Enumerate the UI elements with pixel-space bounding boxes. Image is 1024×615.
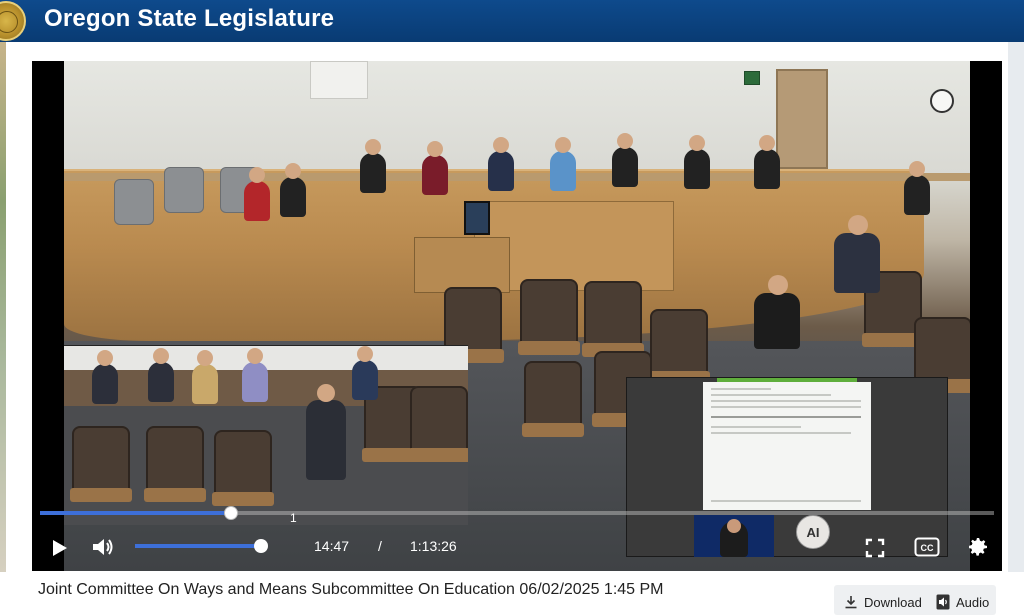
ai-button[interactable]: AI	[796, 515, 830, 549]
scene-person	[92, 350, 118, 404]
document-inset	[626, 377, 948, 557]
scene-chair	[408, 386, 468, 462]
download-button[interactable]: Download	[844, 591, 922, 613]
site-title[interactable]: Oregon State Legislature	[44, 5, 334, 33]
scene-chair	[522, 361, 584, 437]
scene-chair	[164, 167, 204, 213]
scene-person	[242, 348, 268, 402]
scene-person	[550, 137, 576, 191]
background-strip	[0, 42, 6, 572]
scene-chair	[70, 426, 132, 502]
scene-person	[352, 346, 378, 400]
fullscreen-icon	[865, 538, 885, 558]
volume-button[interactable]	[90, 535, 116, 559]
scene-person	[684, 135, 710, 189]
download-icon	[845, 596, 857, 609]
progress-bar[interactable]	[40, 506, 994, 520]
volume-handle[interactable]	[254, 539, 268, 553]
video-title: Joint Committee On Ways and Means Subcom…	[38, 581, 664, 598]
play-icon	[53, 540, 67, 556]
progress-handle[interactable]	[223, 506, 238, 520]
scene-clock	[930, 89, 954, 113]
scene-monitor	[464, 201, 490, 235]
scene-chair	[582, 281, 644, 357]
current-time: 14:47	[314, 538, 350, 554]
scene-person	[488, 137, 514, 191]
scene-person	[422, 141, 448, 195]
scene-person	[192, 350, 218, 404]
audio-button[interactable]: Audio	[936, 591, 989, 613]
scene-vent	[310, 61, 368, 99]
scene-person	[754, 135, 780, 189]
document-page	[703, 382, 871, 510]
site-header: Oregon State Legislature	[0, 0, 1024, 42]
sign-language-inset	[694, 515, 774, 557]
audio-label: Audio	[956, 594, 990, 610]
captions-button[interactable]: CC	[914, 537, 940, 557]
scene-person	[904, 161, 930, 215]
seal-icon	[0, 1, 26, 41]
duration: 1:13:26	[410, 538, 457, 554]
settings-button[interactable]	[966, 535, 990, 559]
time-separator: /	[378, 538, 382, 554]
volume-icon	[93, 539, 113, 555]
scene-person	[148, 348, 174, 402]
pip-camera-inset	[64, 345, 468, 525]
scene-person	[360, 139, 386, 193]
scene-person	[834, 215, 880, 293]
fullscreen-button[interactable]	[864, 537, 886, 559]
scene-chair	[212, 430, 274, 506]
cc-label: CC	[921, 543, 934, 553]
video-player[interactable]: AI 1 14:47 / 1:13:26 CC	[32, 61, 1002, 571]
scene-podium	[414, 237, 510, 293]
action-bar: Download Audio	[834, 585, 996, 615]
play-button[interactable]	[48, 537, 70, 559]
volume-fill	[135, 544, 261, 548]
scene-person	[244, 167, 270, 221]
scene-chair	[144, 426, 206, 502]
gear-icon	[969, 538, 987, 556]
scene-person	[612, 133, 638, 187]
volume-slider[interactable]	[135, 539, 268, 553]
scene-exit-sign	[744, 71, 760, 85]
progress-fill	[40, 511, 231, 515]
scene-chair	[114, 179, 154, 225]
scene-person	[754, 275, 800, 349]
audio-icon	[936, 594, 950, 610]
scene-wall	[64, 61, 970, 181]
scene-door	[776, 69, 828, 169]
scene-person	[306, 384, 346, 480]
background-strip	[1008, 42, 1024, 572]
page: Oregon State Legislature AI 1 14:47 / 1:…	[0, 0, 1024, 615]
chapter-marker[interactable]: 1	[290, 511, 297, 525]
scene-chair	[518, 279, 580, 355]
cc-icon: CC	[914, 537, 940, 557]
scene-chair	[648, 309, 710, 385]
download-label: Download	[864, 594, 922, 610]
scene-person	[280, 163, 306, 217]
